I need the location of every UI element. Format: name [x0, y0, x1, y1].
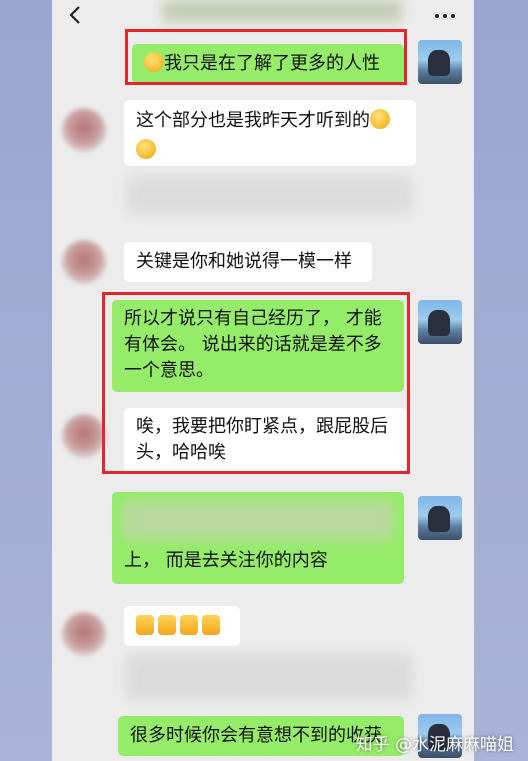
- sweat-smile-emoji: [370, 109, 390, 129]
- sweat-smile-emoji: [136, 139, 156, 159]
- thumbs-up-emoji: [136, 615, 154, 635]
- thumbs-up-emoji: [158, 615, 176, 635]
- message-bubble[interactable]: 关键是你和她说得一模一样: [124, 242, 372, 282]
- avatar-contact[interactable]: [62, 612, 106, 656]
- blurred-message: [126, 176, 412, 214]
- message-text: 很多时候你会有意想不到的收获: [130, 725, 382, 746]
- avatar-self[interactable]: [418, 300, 462, 344]
- message-text: 关键是你和她说得一模一样: [136, 251, 352, 272]
- blurred-message: [162, 0, 402, 22]
- blurred-text: [122, 500, 394, 540]
- avatar-contact[interactable]: [62, 414, 106, 458]
- message-bubble[interactable]: 上， 而是去关注你的内容: [112, 492, 404, 584]
- avatar-self[interactable]: [418, 496, 462, 540]
- thumbs-up-emoji: [180, 615, 198, 635]
- avatar-contact[interactable]: [62, 108, 106, 152]
- message-text: 上， 而是去关注你的内容: [124, 550, 328, 571]
- avatar-self[interactable]: [418, 40, 462, 84]
- chevron-left-icon[interactable]: [66, 5, 86, 25]
- watermark: 知乎 @水泥麻麻喵姐: [355, 735, 514, 755]
- highlight-box: [125, 29, 407, 85]
- message-bubble[interactable]: [124, 606, 240, 646]
- more-dots-icon[interactable]: [434, 12, 456, 20]
- message-text: 这个部分也是我昨天才听到的: [136, 110, 370, 131]
- chat-window: 我只是在了解了更多的人性 这个部分也是我昨天才听到的 关键是你和她说得一模一样 …: [52, 0, 474, 761]
- highlight-box: [102, 292, 410, 474]
- message-bubble[interactable]: 这个部分也是我昨天才听到的: [124, 100, 416, 166]
- top-bar: [52, 0, 474, 32]
- blurred-message: [126, 654, 412, 700]
- thumbs-up-emoji: [202, 615, 220, 635]
- avatar-contact[interactable]: [62, 240, 106, 284]
